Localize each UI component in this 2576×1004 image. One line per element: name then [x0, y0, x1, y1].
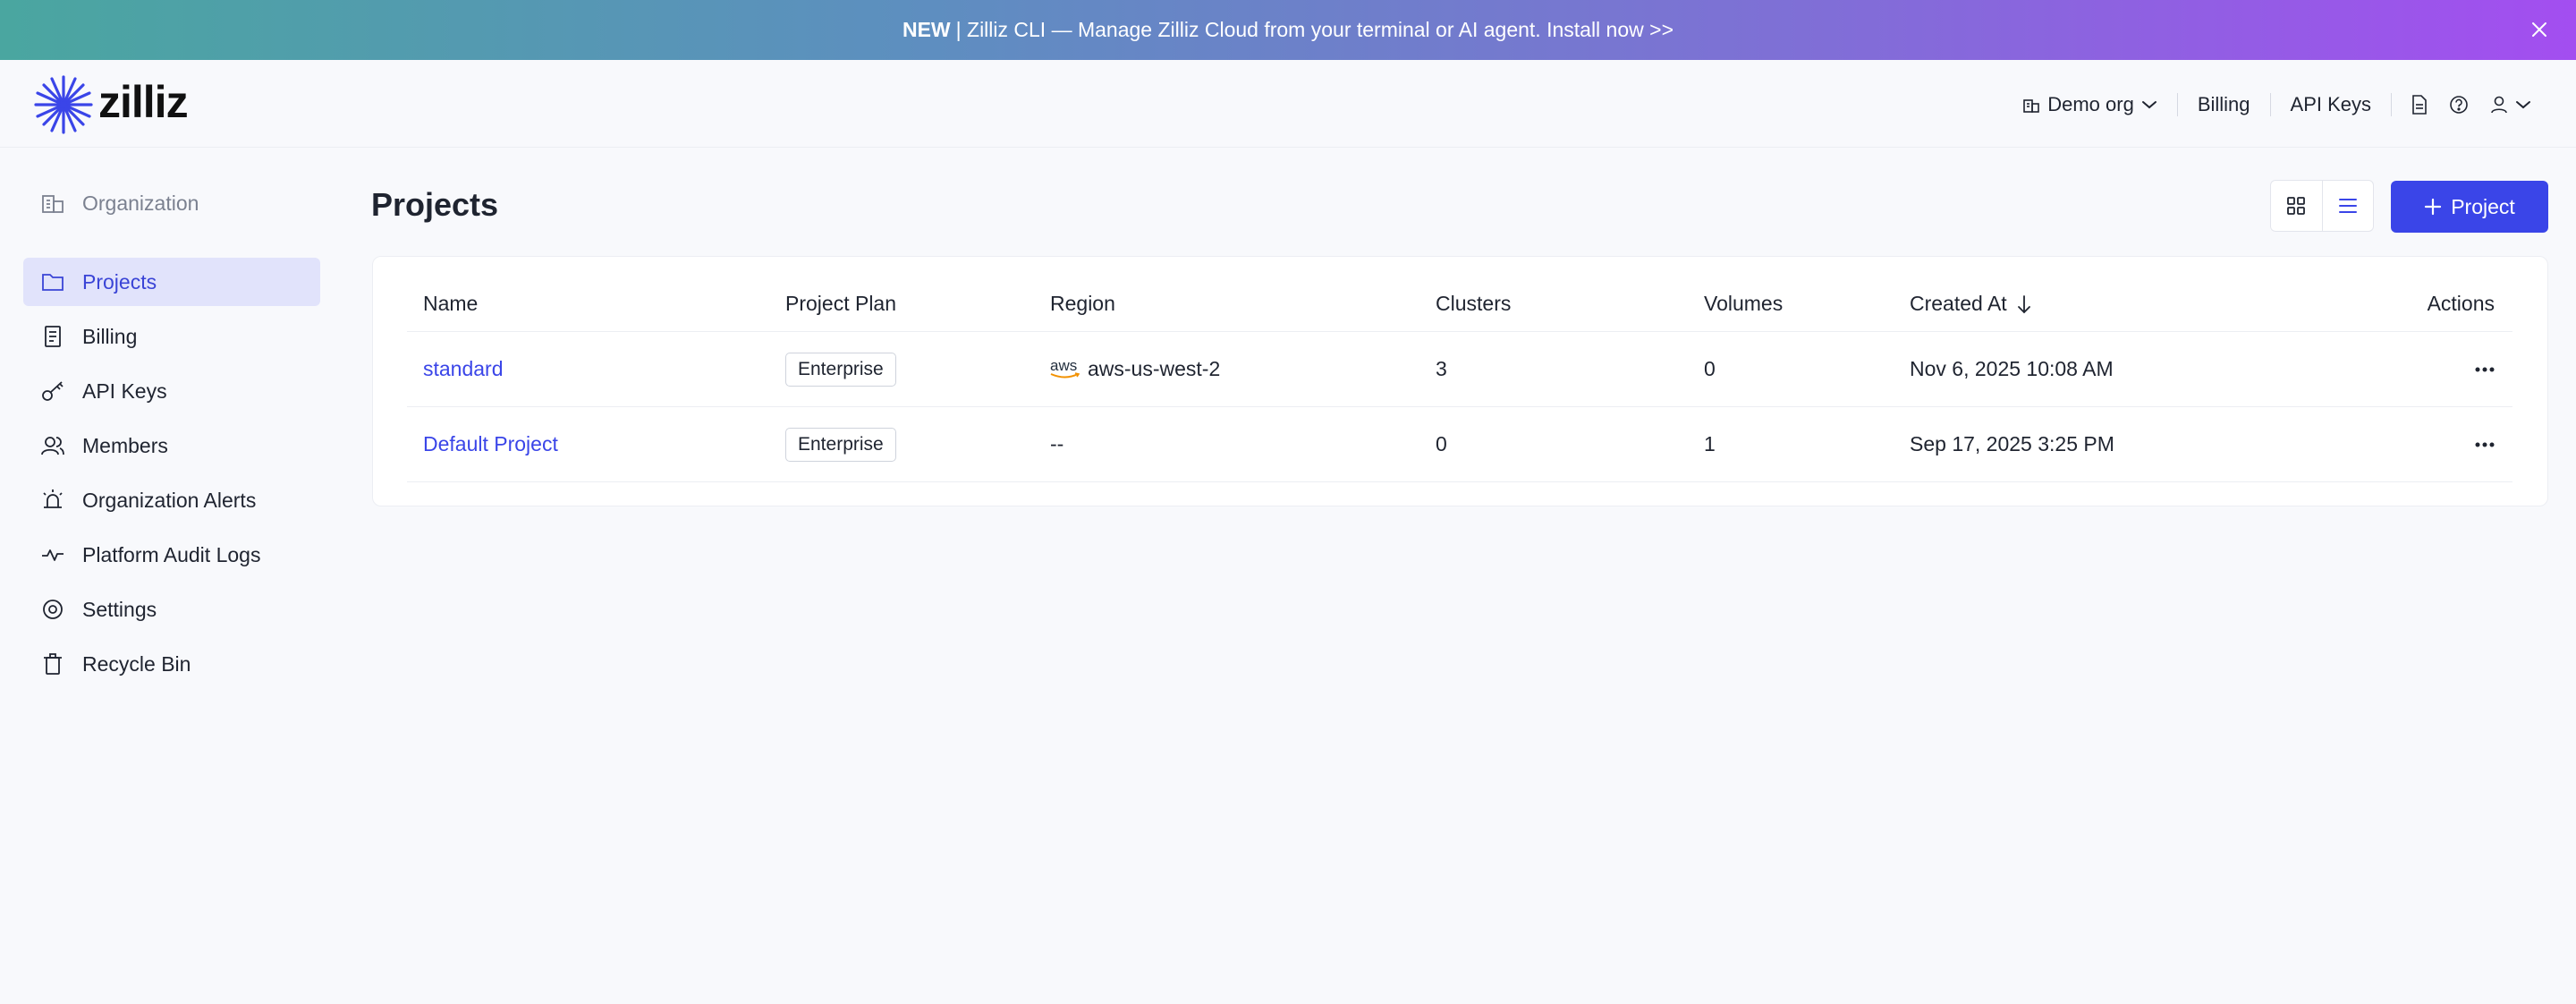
- page-title: Projects: [371, 186, 499, 223]
- plan-badge: Enterprise: [785, 427, 896, 462]
- add-project-button[interactable]: Project: [2391, 181, 2548, 233]
- sort-descending-icon[interactable]: [2016, 294, 2032, 314]
- clusters-cell: 0: [1436, 432, 1447, 455]
- billing-link[interactable]: Billing: [2198, 93, 2250, 116]
- logo-text: zilliz: [98, 77, 189, 127]
- sidebar-item-label: Platform Audit Logs: [82, 542, 261, 566]
- region-value: aws-us-west-2: [1088, 357, 1221, 380]
- trash-icon: [39, 651, 66, 677]
- alarm-icon: [39, 487, 66, 514]
- project-name-link[interactable]: Default Project: [423, 432, 558, 456]
- sidebar-item-members[interactable]: Members: [23, 421, 320, 470]
- clusters-cell: 3: [1436, 357, 1447, 380]
- sidebar-item-organization[interactable]: Organization: [23, 179, 320, 227]
- banner-text[interactable]: | Zilliz CLI — Manage Zilliz Cloud from …: [956, 18, 1674, 42]
- volumes-cell: 0: [1704, 357, 1716, 380]
- sidebar-item-label: Members: [82, 433, 168, 457]
- header-actions: Demo org Billing API Keys: [2022, 89, 2531, 121]
- close-icon[interactable]: [2528, 18, 2551, 41]
- column-header-name[interactable]: Name: [423, 292, 478, 316]
- invoice-icon: [39, 323, 66, 350]
- zilliz-logo[interactable]: zilliz: [32, 73, 189, 136]
- table-row: Default Project Enterprise -- 0 1 Sep 17…: [407, 407, 2512, 482]
- list-icon: [2338, 199, 2357, 213]
- sidebar-item-label: Organization: [82, 191, 199, 215]
- chevron-down-icon: [2516, 101, 2530, 109]
- grid-view-button[interactable]: [2271, 181, 2322, 231]
- column-header-created-at[interactable]: Created At: [1910, 292, 2032, 316]
- created-at-cell: Nov 6, 2025 10:08 AM: [1910, 357, 2114, 380]
- plan-cell: Enterprise: [785, 352, 896, 387]
- document-icon[interactable]: [2411, 95, 2428, 115]
- sidebar-item-organization-alerts[interactable]: Organization Alerts: [23, 476, 320, 524]
- view-toggle: [2270, 180, 2374, 232]
- sidebar-item-label: API Keys: [82, 379, 167, 403]
- org-selector[interactable]: Demo org: [2022, 93, 2157, 116]
- plan-cell: Enterprise: [785, 427, 896, 462]
- plan-badge: Enterprise: [785, 352, 896, 387]
- table-header: Name Project Plan Region Clusters Volume…: [407, 257, 2512, 332]
- aws-logo-icon: aws: [1050, 358, 1080, 379]
- sidebar-item-api-keys[interactable]: API Keys: [23, 367, 320, 415]
- user-menu[interactable]: [2490, 95, 2531, 115]
- folder-icon: [39, 268, 66, 295]
- table-row: standard Enterprise aws aws-us-west-2 3 …: [407, 332, 2512, 407]
- sidebar-item-projects[interactable]: Projects: [23, 258, 320, 306]
- building-icon: [39, 190, 66, 217]
- created-at-cell: Sep 17, 2025 3:25 PM: [1910, 432, 2114, 455]
- divider: [2391, 93, 2392, 116]
- volumes-cell: 1: [1704, 432, 1716, 455]
- banner-new-label: NEW: [902, 18, 951, 41]
- gear-icon: [39, 596, 66, 623]
- plus-icon: [2425, 198, 2442, 216]
- sidebar-item-label: Recycle Bin: [82, 651, 191, 676]
- announcement-banner[interactable]: NEW | Zilliz CLI — Manage Zilliz Cloud f…: [0, 0, 2576, 60]
- sidebar-item-label: Organization Alerts: [82, 488, 257, 512]
- user-icon: [2491, 96, 2507, 114]
- list-view-button[interactable]: [2321, 181, 2374, 231]
- sidebar-item-settings[interactable]: Settings: [23, 585, 320, 634]
- add-project-label: Project: [2451, 194, 2515, 218]
- column-header-actions: Actions: [2427, 292, 2495, 315]
- project-name-link[interactable]: standard: [423, 357, 504, 381]
- region-cell: aws aws-us-west-2: [1050, 357, 1220, 381]
- chevron-down-icon: [2141, 99, 2157, 110]
- building-icon: [2022, 96, 2040, 114]
- more-actions-icon[interactable]: [2475, 442, 2495, 447]
- sidebar-item-label: Settings: [82, 597, 157, 621]
- sidebar-item-platform-audit-logs[interactable]: Platform Audit Logs: [23, 531, 320, 579]
- key-icon: [39, 378, 66, 404]
- top-header: zilliz Demo org Billing API Keys: [0, 60, 2576, 148]
- sidebar-item-label: Projects: [82, 269, 157, 294]
- api-keys-link[interactable]: API Keys: [2291, 93, 2371, 116]
- projects-table: Name Project Plan Region Clusters Volume…: [372, 256, 2548, 506]
- zilliz-star-icon: [34, 75, 93, 134]
- sidebar-item-label: Billing: [82, 324, 138, 348]
- more-actions-icon[interactable]: [2475, 367, 2495, 372]
- users-icon: [39, 432, 66, 459]
- column-header-volumes[interactable]: Volumes: [1704, 292, 1783, 316]
- region-cell: --: [1050, 432, 1064, 455]
- sidebar: Organization Projects Billing API Keys M…: [23, 179, 320, 694]
- org-name: Demo org: [2047, 93, 2134, 115]
- column-header-project-plan[interactable]: Project Plan: [785, 292, 896, 316]
- divider: [2176, 93, 2178, 116]
- activity-icon: [39, 541, 66, 568]
- help-icon[interactable]: [2449, 95, 2469, 115]
- column-header-label: Created At: [1910, 292, 2007, 315]
- divider: [2269, 93, 2271, 116]
- column-header-clusters[interactable]: Clusters: [1436, 292, 1511, 316]
- grid-icon: [2287, 197, 2306, 215]
- sidebar-item-billing[interactable]: Billing: [23, 312, 320, 361]
- sidebar-item-recycle-bin[interactable]: Recycle Bin: [23, 640, 320, 688]
- column-header-region[interactable]: Region: [1050, 292, 1115, 316]
